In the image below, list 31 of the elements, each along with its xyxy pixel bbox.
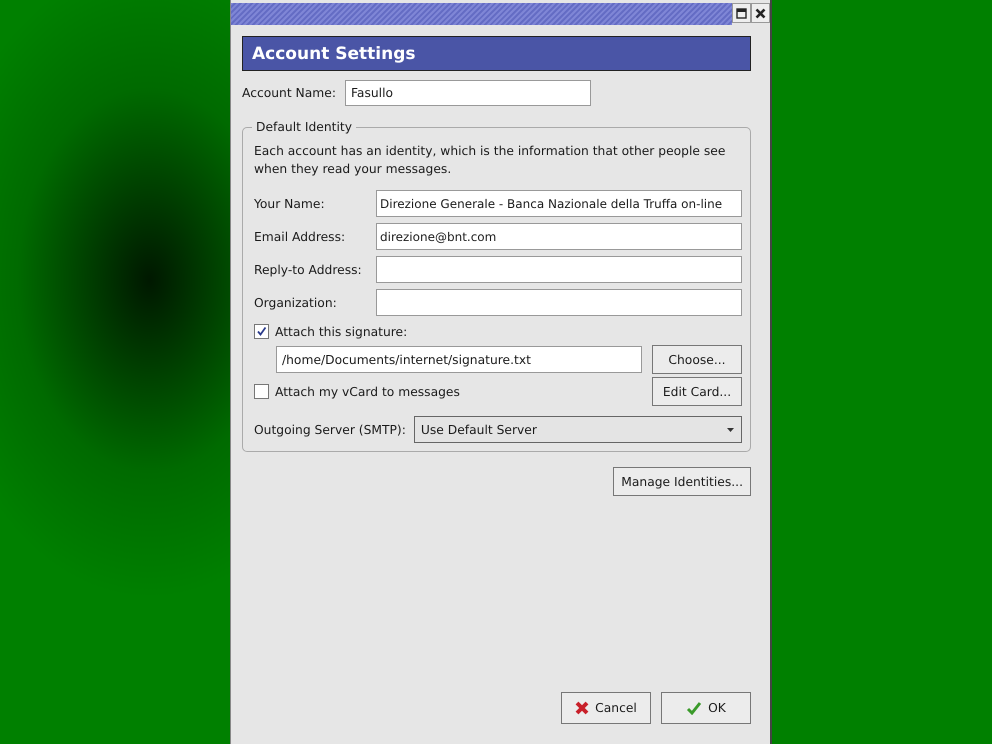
- description-text: Each account has an identity, which is the information that other people see when they read your messages.: [254, 143, 726, 178]
- account-name-field[interactable]: Fasullo: [344, 80, 591, 106]
- caret-icon: [726, 426, 735, 434]
- text-field[interactable]: Direzione Generale - Banca Nazionale della Truffa on-line: [376, 190, 742, 217]
- choose-button[interactable]: Choose...: [652, 345, 742, 374]
- close-icon: [575, 701, 590, 715]
- group-legend: Default Identity: [252, 120, 356, 134]
- field-label: Email Address:: [254, 230, 346, 244]
- checkbox-label: Attach this signature:: [275, 324, 408, 338]
- edit-card-button[interactable]: Edit Card...: [652, 377, 742, 406]
- checkbox-label: Attach my vCard to messages: [275, 384, 460, 398]
- field-label: Your Name:: [254, 196, 326, 210]
- checkbox[interactable]: [254, 384, 269, 399]
- dialog-heading: Account Settings: [252, 44, 416, 64]
- check-icon: [256, 326, 267, 337]
- close-icon: [755, 8, 766, 18]
- ok-button[interactable]: OK: [661, 692, 751, 724]
- manage-identities-button[interactable]: Manage Identities...: [613, 467, 751, 496]
- field-label: Account Name:: [242, 86, 336, 100]
- signature-path-field[interactable]: /home/Documents/internet/signature.txt: [276, 346, 642, 373]
- field-label: Reply-to Address:: [254, 262, 363, 276]
- cancel-button[interactable]: Cancel: [561, 692, 651, 724]
- maximize-button[interactable]: [732, 3, 751, 23]
- field-label: Outgoing Server (SMTP):: [254, 422, 406, 436]
- checkbox[interactable]: [254, 324, 269, 339]
- close-button[interactable]: [751, 3, 770, 23]
- maximize-icon: [736, 8, 747, 18]
- field-label: Organization:: [254, 296, 338, 310]
- text-field[interactable]: direzione@bnt.com: [376, 223, 742, 250]
- checkmark-icon: [686, 701, 702, 715]
- server-dropdown[interactable]: Use Default Server: [414, 416, 742, 443]
